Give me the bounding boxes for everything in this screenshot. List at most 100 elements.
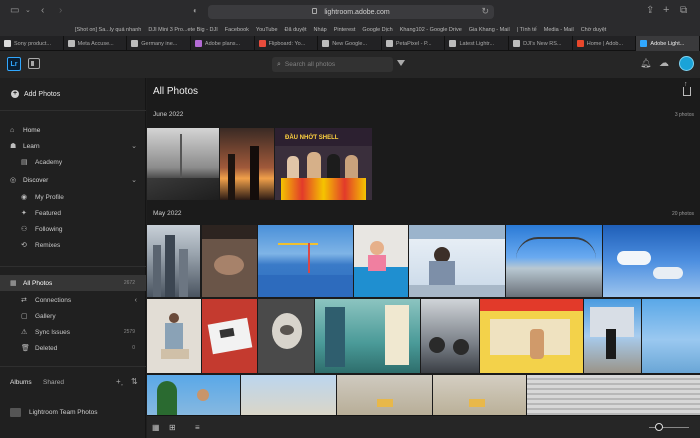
photo-thumbnail[interactable]: [433, 375, 526, 415]
sidebar-item-learn[interactable]: ☗ Learn ⌄: [0, 138, 146, 154]
sidebar-item-featured[interactable]: ✦ Featured: [0, 205, 146, 221]
chevron-down-icon[interactable]: ⌄: [131, 176, 137, 184]
bookmark-item[interactable]: Facebook: [225, 27, 249, 33]
bookmark-item[interactable]: Media - Mail: [544, 27, 574, 33]
bookmark-item[interactable]: Chờ duyệt: [581, 27, 607, 33]
photo-thumbnail[interactable]: [202, 225, 257, 297]
bell-icon[interactable]: 🔔︎: [640, 58, 651, 69]
sidebar-item-all-photos[interactable]: ▦ All Photos 2672: [0, 275, 146, 291]
photo-thumbnail[interactable]: [480, 299, 583, 373]
browser-tab[interactable]: New Google...: [318, 36, 382, 51]
forward-arrow-icon[interactable]: ›: [59, 6, 62, 16]
browser-tab[interactable]: Home | Adob...: [573, 36, 637, 51]
sort-icon[interactable]: ≡: [195, 423, 200, 432]
grid-view-icon[interactable]: ▦: [152, 423, 160, 432]
search-box[interactable]: ⌕: [272, 57, 393, 72]
browser-tab[interactable]: Sony product...: [0, 36, 64, 51]
browser-tab[interactable]: PetaPixel - P...: [382, 36, 446, 51]
photo-thumbnail[interactable]: [147, 375, 240, 415]
bookmark-item[interactable]: Khang102 - Google Drive: [400, 27, 462, 33]
photo-thumbnail[interactable]: [147, 225, 200, 297]
avatar[interactable]: [679, 56, 694, 71]
photo-thumbnail[interactable]: [603, 225, 700, 297]
sidebar-item-deleted[interactable]: 🗑︎ Deleted 0: [0, 340, 146, 356]
photo-thumbnail[interactable]: [258, 299, 314, 373]
album-thumbnail: [10, 408, 21, 417]
share-icon[interactable]: ⇪: [646, 6, 654, 16]
photo-thumbnail[interactable]: [409, 225, 505, 297]
photo-thumbnail[interactable]: [527, 375, 700, 415]
lightroom-logo[interactable]: Lr: [7, 57, 21, 71]
bookmark-item[interactable]: DJI Mini 3 Pro...ete Big - DJI: [148, 27, 217, 33]
sort-icon[interactable]: ⇅: [131, 377, 138, 386]
bookmark-item[interactable]: Gia Khang - Mail: [469, 27, 510, 33]
sidebar-item-sync-issues[interactable]: ⚠ Sync Issues 2579: [0, 324, 146, 340]
sidebar-item-connections[interactable]: ⇄ Connections ‹: [0, 292, 146, 308]
address-bar[interactable]: lightroom.adobe.com ↻: [208, 5, 494, 19]
bookmark-item[interactable]: Google Dịch: [362, 27, 392, 33]
sidebar-item-remixes[interactable]: ⟲ Remixes: [0, 237, 146, 253]
favicon-icon: [67, 40, 75, 47]
tab-shared[interactable]: Shared: [43, 379, 64, 386]
bookmark-item[interactable]: | Tình tế: [517, 27, 537, 33]
bookmark-item[interactable]: YouTube: [256, 27, 278, 33]
section-header: May 2022: [153, 210, 182, 217]
chevron-down-icon[interactable]: ⌄: [25, 7, 31, 14]
chevron-down-icon[interactable]: ⌄: [131, 142, 137, 150]
bookmark-item[interactable]: Pinterest: [334, 27, 356, 33]
bookmark-item[interactable]: Nháp: [314, 27, 327, 33]
privacy-shield-icon[interactable]: ◐: [193, 7, 198, 15]
photo-thumbnail[interactable]: [220, 128, 274, 200]
sidebar-item-gallery[interactable]: ▢ Gallery: [0, 308, 146, 324]
browser-tab[interactable]: Latest Lightr...: [445, 36, 510, 51]
photo-thumbnail[interactable]: ĐẦU NHỚT SHELL: [275, 128, 372, 200]
new-tab-icon[interactable]: +: [663, 5, 669, 16]
bookmark-item[interactable]: [Shot on] Sa...ly quá nhanh: [75, 27, 141, 33]
search-input[interactable]: [284, 61, 385, 68]
sidebar-item-my-profile[interactable]: ◉ My Profile: [0, 189, 146, 205]
reload-icon[interactable]: ↻: [481, 6, 489, 17]
tab-title: DJI's New RS...: [523, 40, 562, 47]
add-album-icon[interactable]: +˯: [116, 377, 123, 386]
sidebar-item-discover[interactable]: ◎ Discover ⌄: [0, 172, 146, 188]
bookmarks-bar: [Shot on] Sa...ly quá nhanh DJI Mini 3 P…: [0, 24, 700, 36]
back-arrow-icon[interactable]: ‹: [41, 6, 44, 16]
photo-thumbnail[interactable]: [354, 225, 408, 297]
album-item[interactable]: Lightroom Team Photos: [10, 408, 98, 417]
tab-albums[interactable]: Albums: [10, 379, 32, 386]
photo-thumbnail[interactable]: [241, 375, 336, 415]
bookmark-item[interactable]: Đã duyệt: [285, 27, 307, 33]
add-photos-button[interactable]: + Add Photos: [11, 90, 60, 98]
trash-icon: 🗑︎: [21, 345, 30, 352]
browser-tab[interactable]: DJI's New RS...: [509, 36, 573, 51]
sidebar-item-label: Following: [35, 225, 63, 233]
photo-thumbnail[interactable]: [202, 299, 257, 373]
sidebar-item-label: Remixes: [35, 241, 61, 249]
browser-tab[interactable]: Meta Accuse...: [64, 36, 128, 51]
photo-thumbnail[interactable]: [315, 299, 420, 373]
panel-toggle-icon[interactable]: [28, 58, 40, 69]
photo-thumbnail[interactable]: [421, 299, 479, 373]
browser-tab-active[interactable]: Adobe Light...: [636, 36, 700, 51]
sidebar-item-academy[interactable]: ▤ Academy: [0, 154, 146, 170]
browser-tab[interactable]: Adobe plans...: [191, 36, 255, 51]
photo-thumbnail[interactable]: [506, 225, 602, 297]
photo-thumbnail[interactable]: [642, 299, 700, 373]
browser-tab[interactable]: Germany ine...: [127, 36, 191, 51]
photo-thumbnail[interactable]: [337, 375, 432, 415]
chevron-left-icon[interactable]: ‹: [135, 297, 137, 304]
share-icon[interactable]: [683, 81, 691, 96]
tab-overview-icon[interactable]: ⧉: [680, 6, 687, 16]
zoom-slider-handle[interactable]: [655, 423, 663, 431]
photo-thumbnail[interactable]: [147, 299, 201, 373]
cloud-icon[interactable]: ☁: [659, 58, 669, 69]
sidebar-item-home[interactable]: ⌂ Home: [0, 122, 146, 138]
filter-icon[interactable]: [397, 60, 405, 66]
square-grid-icon[interactable]: ⊞: [169, 423, 176, 432]
photo-thumbnail[interactable]: [584, 299, 641, 373]
sidebar-toggle-icon[interactable]: ▭: [10, 6, 19, 16]
browser-tab[interactable]: Flipboard: Yo...: [255, 36, 319, 51]
sidebar-item-following[interactable]: ⚇ Following: [0, 221, 146, 237]
photo-thumbnail[interactable]: [147, 128, 219, 200]
photo-thumbnail[interactable]: [258, 225, 353, 297]
